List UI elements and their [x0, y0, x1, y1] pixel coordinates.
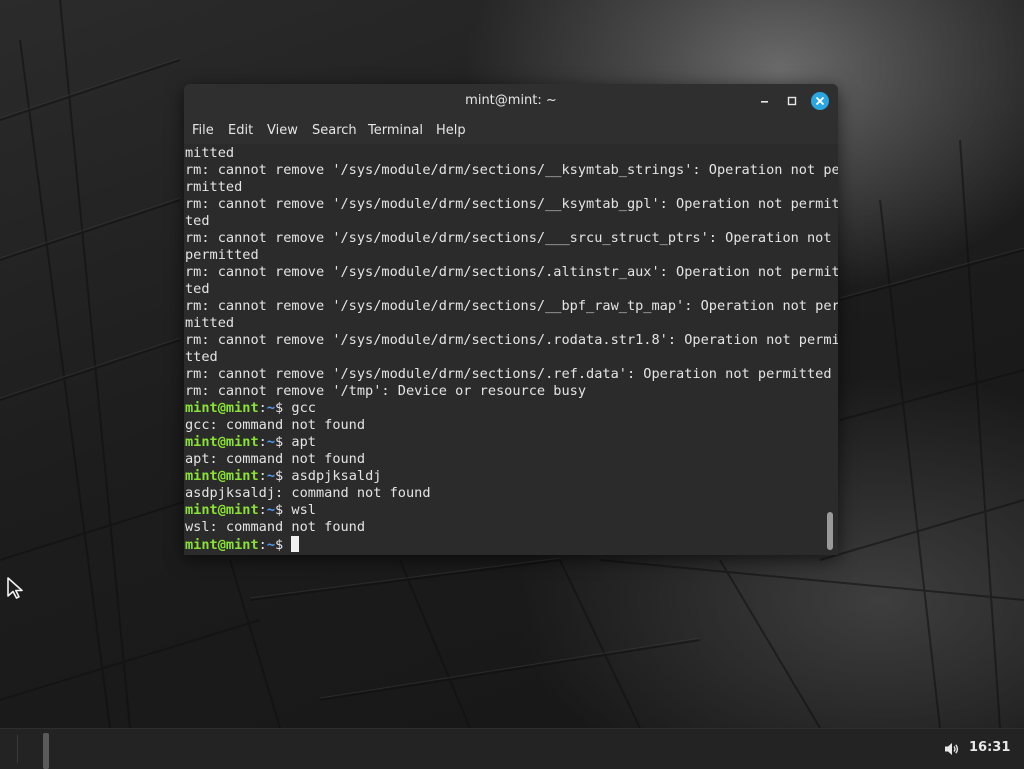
taskbar-window-button[interactable]: [43, 733, 49, 769]
terminal-line: gcc: command not found: [185, 417, 366, 433]
terminal-line: permitted: [185, 247, 259, 263]
prompt-separator: :: [258, 434, 267, 450]
window-titlebar[interactable]: mint@mint: ~: [184, 84, 838, 118]
terminal-prompt-line: mint@mint:~$: [185, 536, 825, 553]
prompt-separator: :: [258, 400, 267, 416]
menu-file[interactable]: File: [192, 123, 214, 138]
terminal-line: rm: cannot remove '/sys/module/drm/secti…: [185, 264, 838, 280]
terminal-line: rm: cannot remove '/tmp': Device or reso…: [185, 383, 587, 399]
menu-view[interactable]: View: [267, 123, 298, 138]
taskbar: 16:31: [0, 728, 1024, 769]
command-text: asdpjksaldj: [291, 468, 382, 484]
prompt-symbol: $: [275, 434, 292, 450]
terminal-output: mitted rm: cannot remove '/sys/module/drm…: [185, 145, 838, 553]
terminal-prompt-line: mint@mint:~$ gcc: [185, 400, 825, 417]
menu-bar: File Edit View Search Terminal Help: [184, 118, 838, 144]
menu-help[interactable]: Help: [436, 123, 466, 138]
terminal-line: apt: command not found: [185, 451, 366, 467]
terminal-line: ted: [185, 213, 210, 229]
terminal-window[interactable]: mint@mint: ~ File Edit View Search Termi…: [184, 84, 838, 555]
minimize-icon[interactable]: [756, 92, 774, 110]
terminal-line: mitted: [185, 315, 235, 331]
command-text: wsl: [291, 502, 316, 518]
terminal-line: rmitted: [185, 179, 243, 195]
terminal-line: ted: [185, 281, 210, 297]
terminal-line: mitted: [185, 145, 235, 161]
mouse-pointer-icon: [6, 576, 26, 604]
prompt-user: mint@mint: [185, 502, 259, 518]
terminal-line: rm: cannot remove '/sys/module/drm/secti…: [185, 196, 838, 212]
terminal-line: rm: cannot remove '/sys/module/drm/secti…: [185, 230, 832, 246]
prompt-symbol: $: [275, 400, 292, 416]
terminal-line: rm: cannot remove '/sys/module/drm/secti…: [185, 332, 838, 348]
prompt-separator: :: [258, 537, 267, 553]
prompt-symbol: $: [275, 502, 292, 518]
prompt-separator: :: [258, 502, 267, 518]
prompt-path: ~: [266, 434, 276, 450]
menu-terminal[interactable]: Terminal: [368, 123, 423, 138]
prompt-path: ~: [266, 468, 276, 484]
terminal-prompt-line: mint@mint:~$ wsl: [185, 502, 825, 519]
prompt-path: ~: [266, 537, 276, 553]
prompt-user: mint@mint: [185, 434, 259, 450]
prompt-symbol: $: [275, 468, 292, 484]
prompt-separator: :: [258, 468, 267, 484]
close-icon[interactable]: [811, 92, 829, 110]
taskbar-clock[interactable]: 16:31: [969, 740, 1010, 755]
menu-edit[interactable]: Edit: [228, 123, 253, 138]
command-text: gcc: [291, 400, 316, 416]
terminal-line: rm: cannot remove '/sys/module/drm/secti…: [185, 162, 838, 178]
terminal-prompt-line: mint@mint:~$ apt: [185, 434, 825, 451]
taskbar-separator: [17, 735, 18, 763]
menu-search[interactable]: Search: [312, 123, 357, 138]
maximize-icon[interactable]: [783, 92, 801, 110]
prompt-user: mint@mint: [185, 468, 259, 484]
terminal-content[interactable]: mitted rm: cannot remove '/sys/module/drm…: [184, 144, 838, 555]
terminal-line: wsl: command not found: [185, 519, 366, 535]
terminal-prompt-line: mint@mint:~$ asdpjksaldj: [185, 468, 825, 485]
prompt-path: ~: [266, 400, 276, 416]
prompt-user: mint@mint: [185, 400, 259, 416]
terminal-cursor: [291, 536, 300, 552]
terminal-scrollbar[interactable]: [827, 512, 833, 550]
prompt-symbol: $: [275, 537, 292, 553]
prompt-user: mint@mint: [185, 537, 259, 553]
terminal-line: rm: cannot remove '/sys/module/drm/secti…: [185, 366, 832, 382]
volume-icon[interactable]: [943, 740, 961, 762]
terminal-line: rm: cannot remove '/sys/module/drm/secti…: [185, 298, 838, 314]
command-text: apt: [291, 434, 316, 450]
window-title: mint@mint: ~: [465, 93, 557, 108]
terminal-line: asdpjksaldj: command not found: [185, 485, 431, 501]
prompt-path: ~: [266, 502, 276, 518]
terminal-line: tted: [185, 349, 218, 365]
